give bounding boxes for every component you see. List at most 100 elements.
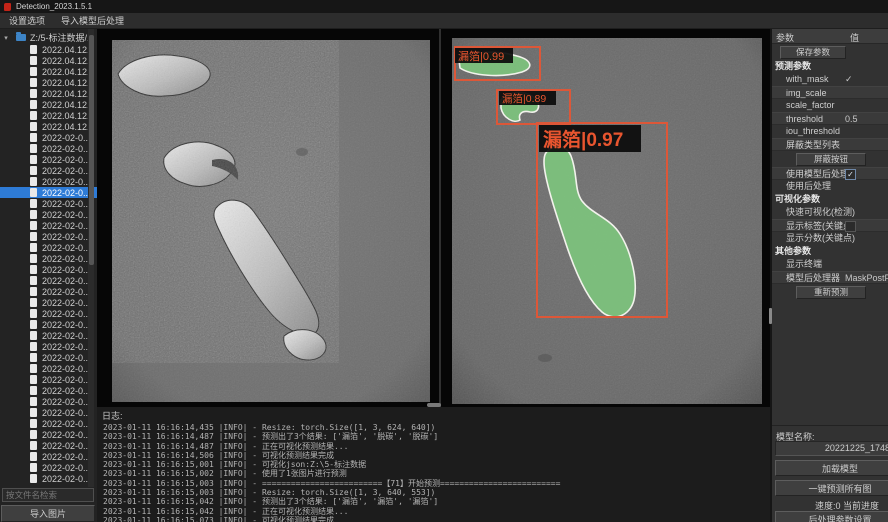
postprocess-settings-button[interactable]: 后处理参数设置 <box>775 511 888 522</box>
tree-item[interactable]: 2022-02-0... <box>0 286 97 297</box>
tree-item[interactable]: 2022-02-0... <box>0 396 97 407</box>
tree-item[interactable]: 2022.04.12... <box>0 88 97 99</box>
param-action-button[interactable]: 保存参数 <box>780 46 846 59</box>
tree-item[interactable]: 2022-02-0... <box>0 209 97 220</box>
param-action-button[interactable]: 屏蔽按钮 <box>796 153 866 166</box>
tree-item[interactable]: 2022-02-0... <box>0 264 97 275</box>
param-action-button[interactable]: 重新预测 <box>796 286 866 299</box>
tree-item[interactable]: 2022-02-0... <box>0 374 97 385</box>
tree-item[interactable]: 2022-02-0... <box>0 220 97 231</box>
tree-item-label: 2022-02-0... <box>42 287 91 297</box>
tree-item[interactable]: 2022.04.12... <box>0 77 97 88</box>
tree-item[interactable]: 2022-02-0... <box>0 407 97 418</box>
file-icon <box>30 386 37 395</box>
tree-scrollbar[interactable] <box>88 29 94 487</box>
filename-search-input[interactable] <box>2 488 94 502</box>
param-label: 屏蔽类型列表 <box>786 139 840 152</box>
tree-item[interactable]: 2022-02-0... <box>0 385 97 396</box>
tree-item[interactable]: 2022-02-0... <box>0 176 97 187</box>
model-name-field[interactable]: 20221225_174813 <box>775 441 888 456</box>
tree-item[interactable]: 2022-02-0... <box>0 418 97 429</box>
param-checkbox[interactable]: ✓ <box>845 169 856 180</box>
param-row[interactable]: img_scale <box>772 86 888 99</box>
tree-item[interactable]: 2022-02-0... <box>0 242 97 253</box>
param-value: ✓ <box>845 73 888 86</box>
tree-item[interactable]: 2022.04.12... <box>0 44 97 55</box>
file-icon <box>30 100 37 109</box>
file-icon <box>30 342 37 351</box>
tree-item[interactable]: 2022-02-0... <box>0 143 97 154</box>
prediction-image: 漏箔|0.99 漏箔|0.89 漏箔|0.97 <box>452 38 762 404</box>
param-row[interactable]: threshold0.5 <box>772 112 888 125</box>
param-row[interactable]: 显示标签(关键点) <box>772 219 888 232</box>
param-row[interactable]: 屏蔽类型列表 <box>772 138 888 151</box>
tree-item[interactable]: 2022-02-0... <box>0 440 97 451</box>
tree-item[interactable]: 2022.04.12... <box>0 110 97 121</box>
tree-item-label: 2022-02-0... <box>42 331 91 341</box>
original-image-canvas[interactable] <box>112 40 430 402</box>
tree-item[interactable]: 2022-02-0... <box>0 352 97 363</box>
tree-item[interactable]: 2022-02-0... <box>0 429 97 440</box>
file-icon <box>30 254 37 263</box>
tree-item[interactable]: 2022-02-0... <box>0 132 97 143</box>
tree-item-label: 2022-02-0... <box>42 276 91 286</box>
tree-root-label: Z:/5-标注数据/... <box>30 31 95 44</box>
tree-item[interactable]: 2022.04.12... <box>0 66 97 77</box>
tree-item[interactable]: 2022-02-0... <box>0 330 97 341</box>
menu-import-postprocess[interactable]: 导入模型后处理 <box>61 14 124 27</box>
tree-item[interactable]: 2022-02-0... <box>0 319 97 330</box>
param-button-row: 屏蔽按钮 <box>772 151 888 167</box>
file-icon <box>30 78 37 87</box>
param-row[interactable]: 快速可视化(检测) <box>772 206 888 219</box>
param-row[interactable]: 使用后处理 <box>772 180 888 193</box>
import-images-button[interactable]: 导入图片 <box>1 505 95 522</box>
param-row[interactable]: 模型后处理器MaskPostPro <box>772 271 888 284</box>
param-row[interactable]: 显示终端 <box>772 258 888 271</box>
load-model-button[interactable]: 加载模型 <box>775 460 888 476</box>
tree-item[interactable]: 2022-02-0... <box>0 275 97 286</box>
value-column-header: 值 <box>850 31 859 44</box>
tree-item[interactable]: 2022-02-0... <box>0 154 97 165</box>
tree-item[interactable]: 2022-02-0... <box>0 187 97 198</box>
file-icon <box>30 331 37 340</box>
file-tree[interactable]: ▾ Z:/5-标注数据/... 2022.04.12...2022.04.12.… <box>0 29 97 487</box>
file-icon <box>30 298 37 307</box>
param-checkbox[interactable] <box>845 221 856 232</box>
tree-root-item[interactable]: ▾ Z:/5-标注数据/... <box>0 29 97 44</box>
menu-settings[interactable]: 设置选项 <box>9 14 45 27</box>
tree-item-label: 2022-02-0... <box>42 474 91 484</box>
collapse-arrow-icon[interactable]: ▾ <box>2 34 10 42</box>
tree-item[interactable]: 2022-02-0... <box>0 462 97 473</box>
tree-item[interactable]: 2022-02-0... <box>0 165 97 176</box>
tree-item[interactable]: 2022-02-0... <box>0 308 97 319</box>
param-row[interactable]: with_mask ✓ <box>772 73 888 86</box>
tree-item[interactable]: 2022.04.12... <box>0 55 97 66</box>
tree-item[interactable]: 2022-02-0... <box>0 297 97 308</box>
tree-item-label: 2022.04.12... <box>42 45 95 55</box>
tree-item[interactable]: 2022-02-0... <box>0 363 97 374</box>
param-row[interactable]: iou_threshold <box>772 125 888 138</box>
predict-all-button[interactable]: 一键预测所有图 <box>775 480 888 496</box>
tree-item[interactable]: 2022-02-0... <box>0 198 97 209</box>
tree-item[interactable]: 2022.04.12... <box>0 121 97 132</box>
prediction-image-canvas[interactable]: 漏箔|0.99 漏箔|0.89 漏箔|0.97 <box>452 38 762 404</box>
file-icon <box>30 122 37 131</box>
param-row[interactable]: scale_factor <box>772 99 888 112</box>
tree-item-label: 2022.04.12... <box>42 111 95 121</box>
param-label: with_mask <box>786 73 829 86</box>
model-section-divider <box>772 425 888 426</box>
file-icon <box>30 177 37 186</box>
param-row[interactable]: 显示分数(关键点) <box>772 232 888 245</box>
tree-scrollbar-thumb[interactable] <box>89 35 94 265</box>
tree-item-label: 2022-02-0... <box>42 353 91 363</box>
param-row[interactable]: 使用模型后处理✓ <box>772 167 888 180</box>
tree-item[interactable]: 2022-02-0... <box>0 231 97 242</box>
tree-item[interactable]: 2022-02-0... <box>0 341 97 352</box>
tree-item[interactable]: 2022-02-0... <box>0 253 97 264</box>
log-output[interactable]: 2023-01-11 16:16:14,435 |INFO| - Resize:… <box>97 423 770 522</box>
window-title: Detection_2023.1.5.1 <box>16 2 92 11</box>
tree-item[interactable]: 2022.04.12... <box>0 99 97 110</box>
tree-item[interactable]: 2022-02-0... <box>0 473 97 484</box>
tree-item[interactable]: 2022-02-0... <box>0 451 97 462</box>
file-icon <box>30 441 37 450</box>
